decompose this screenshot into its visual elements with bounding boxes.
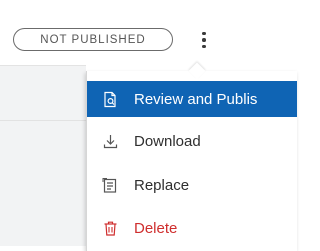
vertical-ellipsis-icon <box>202 31 206 36</box>
menu-item-review-and-publish[interactable]: Review and Publis <box>87 81 297 117</box>
replace-file-icon <box>102 177 119 194</box>
toolbar-row: NOT PUBLISHED <box>0 0 289 65</box>
more-options-button[interactable] <box>197 26 211 54</box>
actions-dropdown-menu: Review and Publis Download Replace Delet… <box>86 71 297 251</box>
menu-item-label: Replace <box>134 176 190 194</box>
review-document-icon <box>102 91 119 108</box>
menu-item-download[interactable]: Download <box>87 123 297 159</box>
ellipsis-dot <box>202 44 206 49</box>
download-arrow-icon <box>102 133 119 150</box>
menu-item-label: Review and Publis <box>134 90 258 108</box>
status-badge: NOT PUBLISHED <box>13 28 173 51</box>
background-panel <box>0 65 86 246</box>
menu-item-delete[interactable]: Delete <box>87 210 297 246</box>
menu-item-label: Download <box>134 132 201 150</box>
status-badge-label: NOT PUBLISHED <box>40 33 146 46</box>
trash-icon <box>102 220 119 237</box>
menu-item-label: Delete <box>134 219 178 237</box>
ellipsis-dot <box>202 38 206 42</box>
row-divider <box>0 120 86 121</box>
menu-item-replace[interactable]: Replace <box>87 167 297 203</box>
